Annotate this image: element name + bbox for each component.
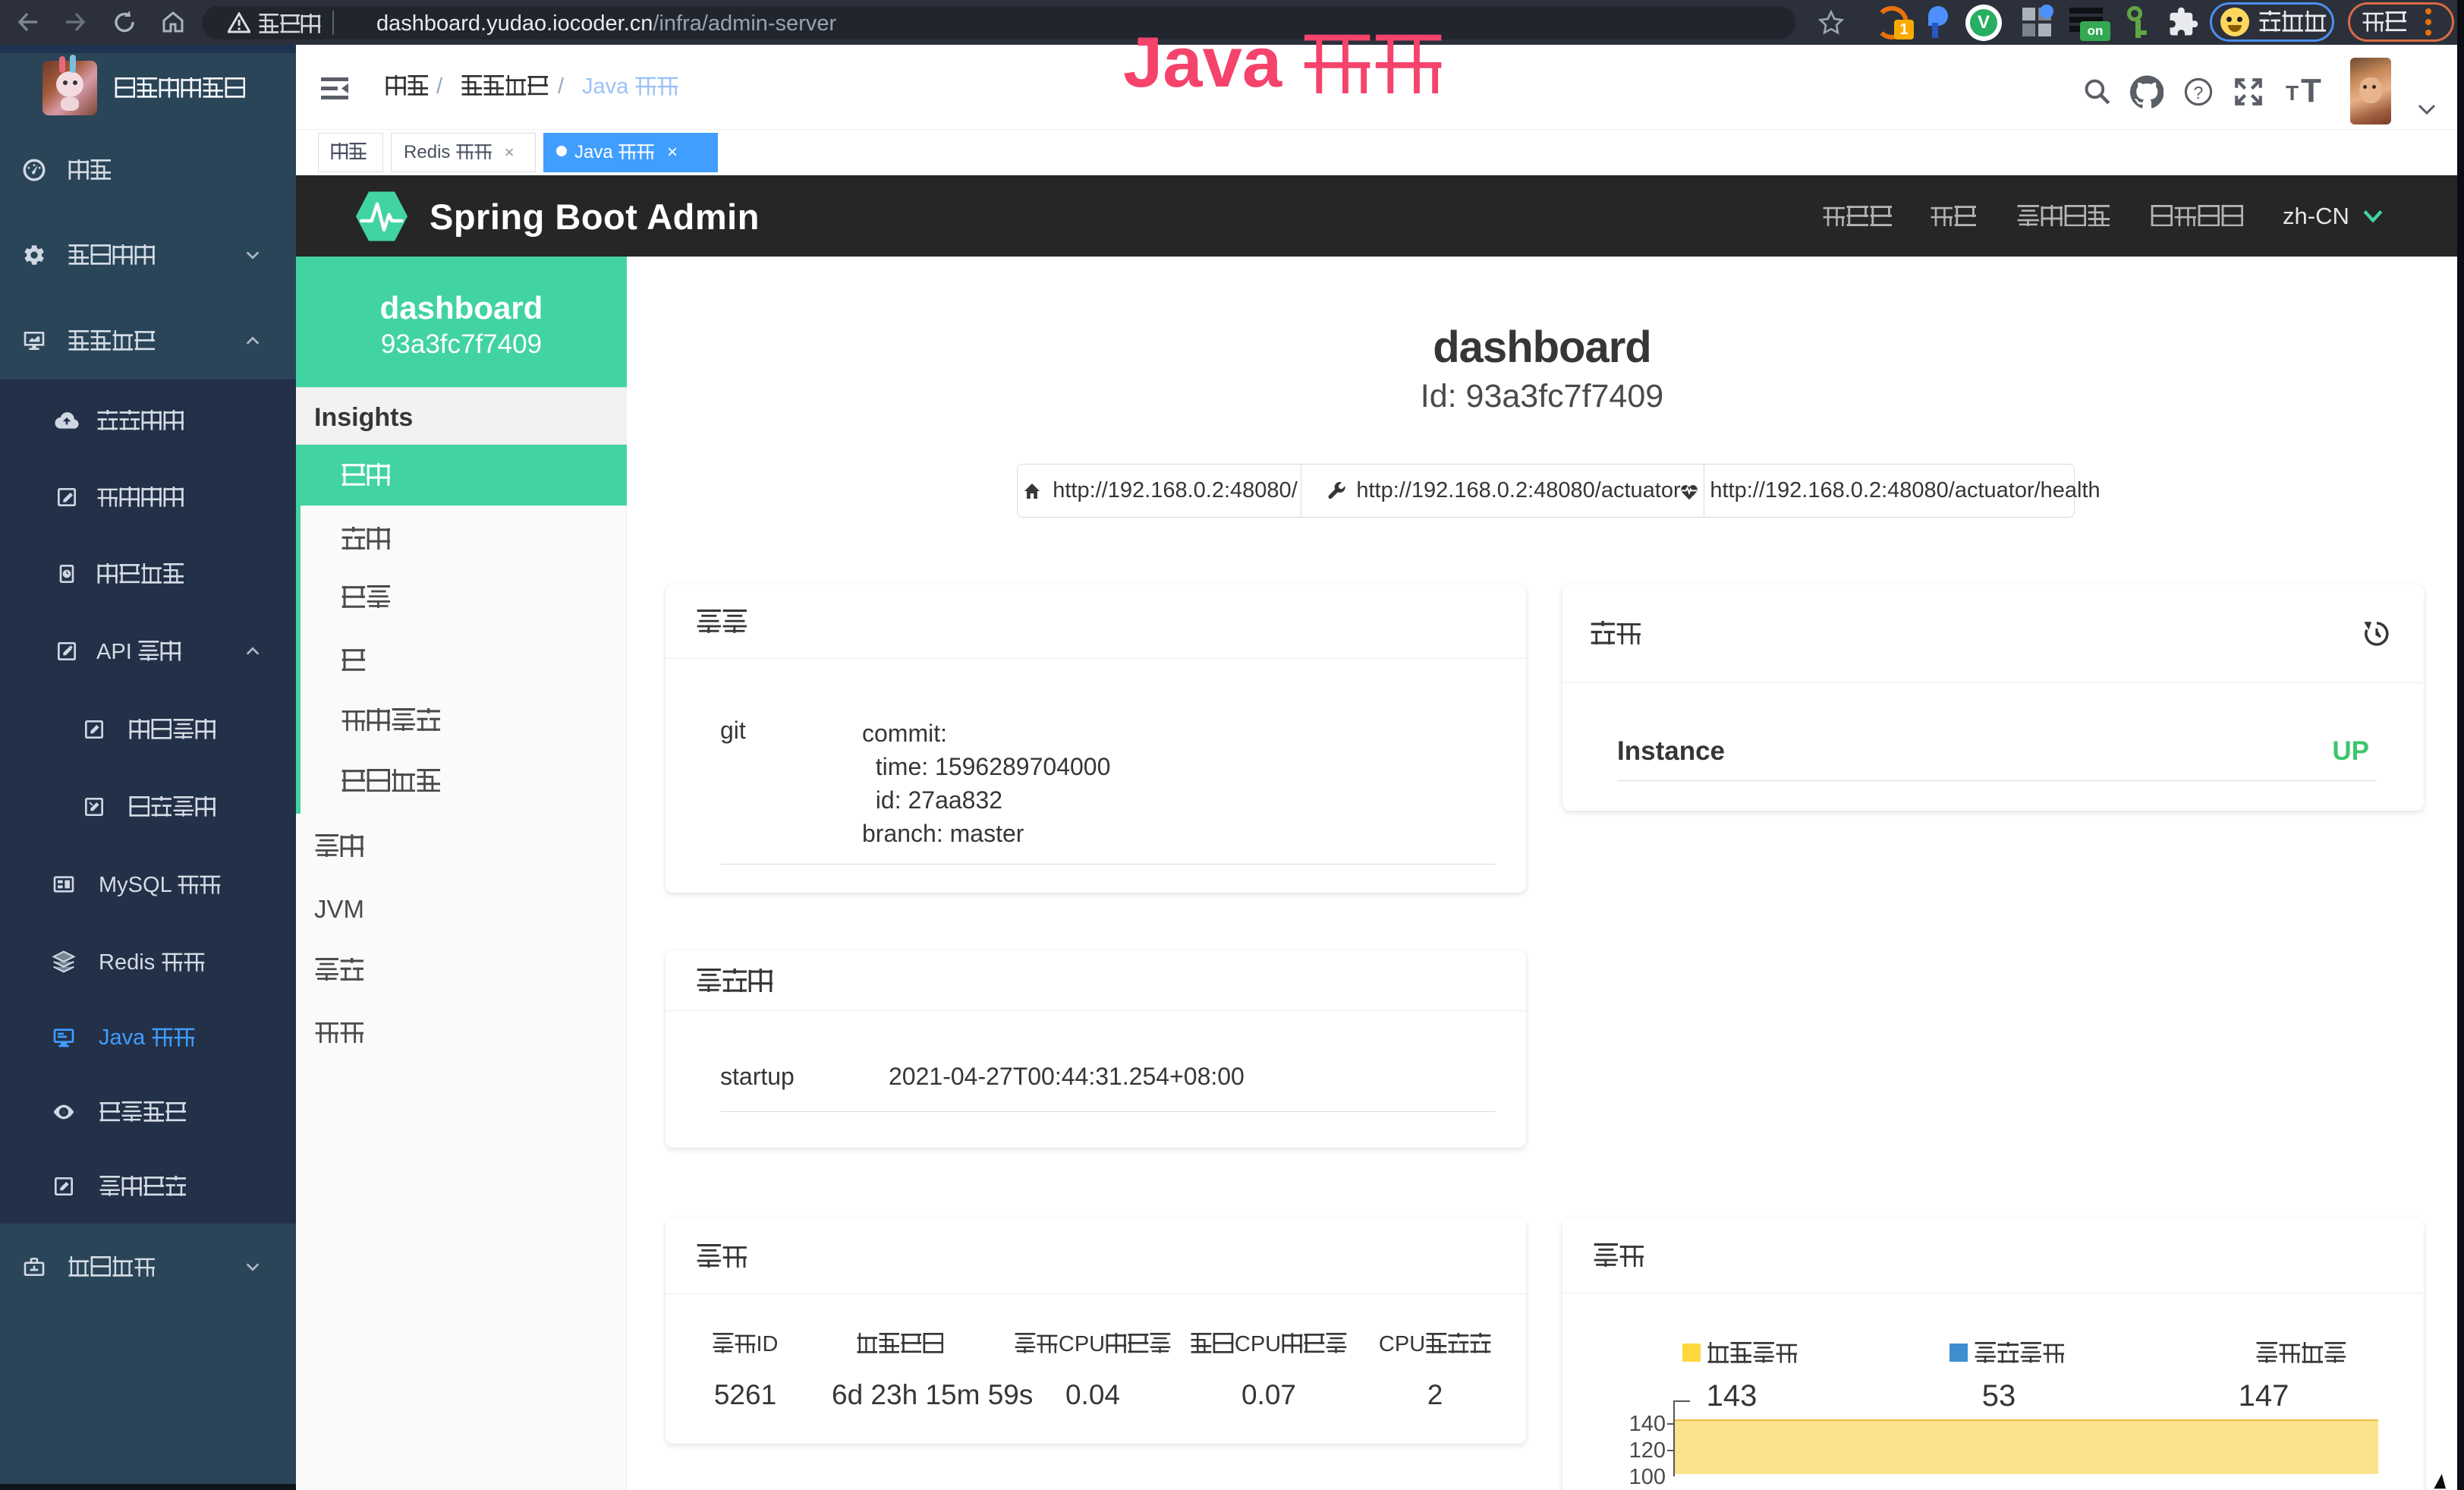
svg-text:?: ?: [2194, 83, 2204, 102]
